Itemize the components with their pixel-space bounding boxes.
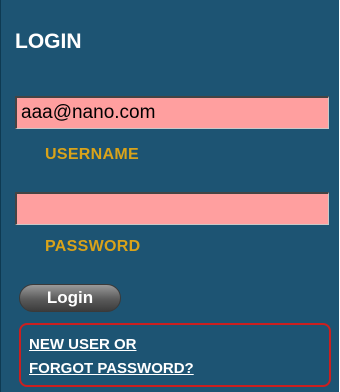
forgot-password-link[interactable]: FORGOT PASSWORD? [29,360,194,377]
links-highlight-box [19,323,331,387]
username-input[interactable] [15,96,329,129]
login-button[interactable]: Login [19,284,121,312]
username-label: USERNAME [45,146,139,163]
login-title: LOGIN [15,30,82,53]
password-input[interactable] [15,192,329,225]
new-user-link[interactable]: NEW USER OR [29,336,137,353]
password-label: PASSWORD [45,238,141,255]
login-panel: LOGIN USERNAME PASSWORD Login NEW USER O… [0,0,339,392]
